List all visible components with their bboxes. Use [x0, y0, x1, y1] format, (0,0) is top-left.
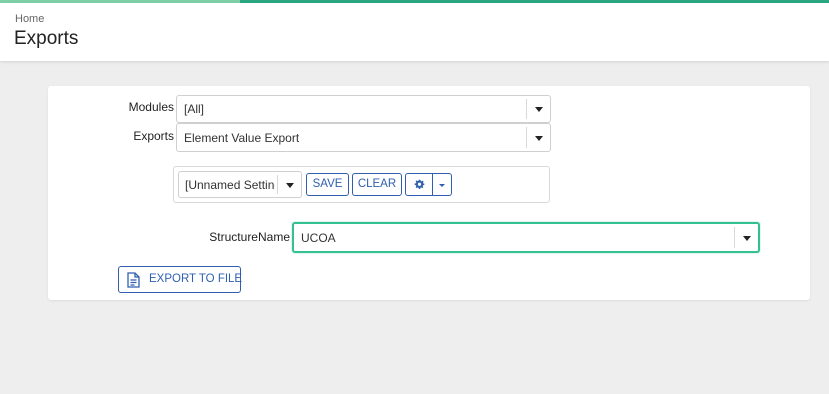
structure-name-select[interactable]: UCOA — [292, 222, 760, 253]
export-to-file-button[interactable]: EXPORT TO FILE — [118, 266, 243, 293]
settings-gear-button[interactable] — [405, 173, 433, 196]
settings-dropdown-button[interactable] — [433, 173, 452, 196]
page-header: Home Exports — [0, 3, 829, 61]
file-icon — [127, 272, 140, 288]
caret-down-icon — [439, 183, 445, 187]
chevron-down-icon[interactable] — [526, 99, 550, 119]
chevron-down-icon[interactable] — [734, 227, 758, 248]
chevron-down-icon[interactable] — [526, 127, 550, 148]
exports-select-value: Element Value Export — [184, 130, 300, 145]
save-button[interactable]: SAVE — [306, 173, 349, 196]
export-to-file-label: EXPORT TO FILE — [149, 273, 243, 285]
breadcrumb[interactable]: Home — [15, 13, 44, 25]
setting-select[interactable]: [Unnamed Setting — [178, 171, 302, 198]
settings-toolbar: [Unnamed Setting SAVE CLEAR — [173, 166, 550, 203]
structure-name-select-value: UCOA — [301, 230, 336, 245]
exports-select[interactable]: Element Value Export — [176, 123, 551, 152]
setting-select-value: [Unnamed Setting — [185, 177, 275, 192]
modules-select-value: [All] — [184, 102, 205, 116]
structure-name-label: StructureName — [209, 230, 290, 244]
page-title: Exports — [14, 28, 79, 49]
clear-button[interactable]: CLEAR — [352, 173, 402, 196]
exports-label: Exports — [133, 129, 174, 143]
modules-label: Modules — [128, 100, 174, 114]
chevron-down-icon[interactable] — [277, 175, 301, 194]
gear-icon — [414, 179, 424, 190]
export-form-card: Modules [All] Exports Element Value Expo… — [48, 86, 810, 300]
modules-select[interactable]: [All] — [176, 95, 551, 123]
